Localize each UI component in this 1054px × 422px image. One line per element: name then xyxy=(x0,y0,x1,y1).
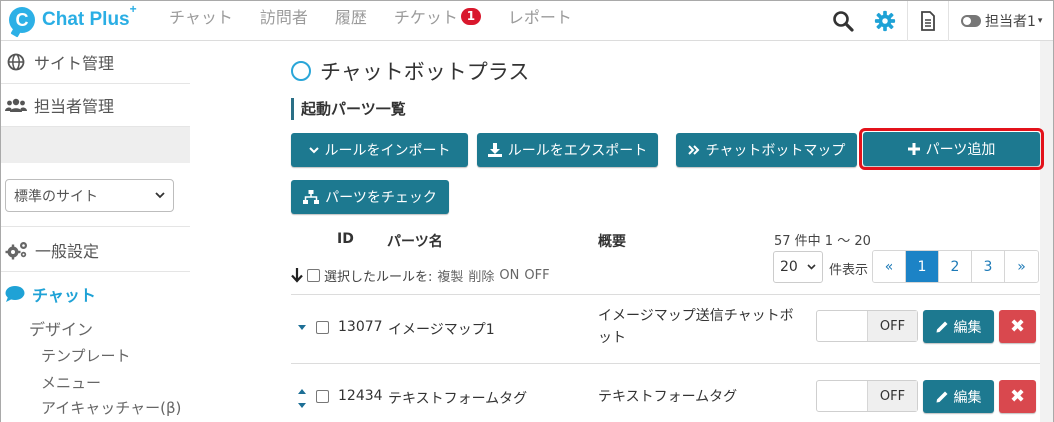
chevron-down-icon xyxy=(155,192,165,199)
sidebar-item-agent-admin[interactable]: 担当者管理 xyxy=(1,84,190,127)
sidebar-item-template[interactable]: テンプレート xyxy=(41,345,131,366)
section-heading: 起動パーツ一覧 xyxy=(291,98,406,120)
row-id: 13077 xyxy=(338,319,383,335)
per-page-label: 件表示 xyxy=(829,263,869,278)
bulk-on-link[interactable]: ON xyxy=(499,268,519,283)
move-up-icon[interactable] xyxy=(298,389,306,394)
search-button[interactable] xyxy=(821,1,865,41)
nav-history[interactable]: 履歴 xyxy=(335,4,367,28)
users-icon xyxy=(5,94,27,116)
nav-chat[interactable]: チャット xyxy=(169,4,233,28)
pagination-page-2[interactable]: 2 xyxy=(939,251,972,282)
chevron-down-icon xyxy=(807,264,816,270)
page-title: チャットボットプラス xyxy=(291,56,529,86)
move-down-icon[interactable] xyxy=(298,403,306,408)
sidebar-item-menu[interactable]: メニュー xyxy=(41,372,101,393)
sidebar-item-site-admin[interactable]: サイト管理 xyxy=(1,41,190,84)
column-header-name: パーツ名 xyxy=(387,234,443,250)
row-summary: イメージマップ送信チャットボ ット xyxy=(598,308,794,346)
bulk-label: 選択したルールを: xyxy=(324,270,433,285)
top-nav: チャット 訪問者 履歴 チケット 1 レポート xyxy=(169,1,599,31)
search-icon xyxy=(833,11,854,32)
logo-text: Chat Plus+ xyxy=(42,2,137,30)
row-name[interactable]: イメージマップ1 xyxy=(388,319,495,339)
arrow-down-icon xyxy=(291,268,303,283)
rule-status-toggle[interactable]: OFF xyxy=(816,380,918,412)
site-select[interactable]: 標準のサイト xyxy=(5,179,174,212)
import-rules-button[interactable]: ルールをインポート xyxy=(291,133,468,167)
column-header-id: ID xyxy=(337,231,354,247)
gear-icon xyxy=(874,10,896,32)
user-name: 担当者1 xyxy=(985,14,1036,30)
circle-icon xyxy=(291,61,311,81)
close-icon: ✖ xyxy=(1009,386,1026,407)
chevron-down-icon: ▾ xyxy=(1037,16,1043,26)
close-icon: ✖ xyxy=(1009,316,1026,337)
sidebar-admin-card: サイト管理 担当者管理 xyxy=(1,41,190,127)
top-header: C Chat Plus+ チャット 訪問者 履歴 チケット 1 レポート 担当者… xyxy=(1,1,1053,41)
status-toggle-icon[interactable] xyxy=(961,15,981,27)
sidebar-item-eye-catcher[interactable]: アイキャッチャー(β) xyxy=(41,397,181,418)
pencil-icon xyxy=(936,320,949,333)
document-icon xyxy=(921,11,935,31)
nav-report[interactable]: レポート xyxy=(508,4,572,28)
scrollbar[interactable] xyxy=(1040,41,1053,422)
sitemap-icon xyxy=(303,190,320,204)
pagination-prev[interactable]: « xyxy=(873,251,906,282)
select-all-checkbox[interactable] xyxy=(307,269,320,282)
bulk-delete-link[interactable]: 削除 xyxy=(468,266,494,285)
globe-icon xyxy=(5,51,27,73)
row-name[interactable]: テキストフォームタグ xyxy=(388,388,527,408)
divider xyxy=(1,226,190,227)
edit-button[interactable]: 編集 xyxy=(923,380,994,413)
column-header-summary: 概要 xyxy=(598,234,626,250)
settings-button[interactable] xyxy=(865,1,905,41)
download-icon xyxy=(487,143,502,157)
edit-button[interactable]: 編集 xyxy=(923,310,994,343)
user-menu[interactable]: 担当者1 ▾ xyxy=(953,1,1053,41)
nav-visitors[interactable]: 訪問者 xyxy=(260,4,308,28)
row-divider xyxy=(291,363,1040,364)
sidebar-item-design[interactable]: デザイン xyxy=(29,316,93,340)
row-checkbox[interactable] xyxy=(316,390,329,403)
highlight-annotation xyxy=(859,128,1044,170)
sidebar-settings-card: 標準のサイト 一般設定 チャット デザイン テンプレート メニュー アイキャッチ… xyxy=(1,163,190,422)
double-chevron-right-icon xyxy=(687,145,700,155)
row-id: 12434 xyxy=(338,388,383,404)
export-rules-button[interactable]: ルールをエクスポート xyxy=(477,133,658,167)
row-checkbox[interactable] xyxy=(316,321,329,334)
document-button[interactable] xyxy=(907,1,949,41)
bulk-actions: 選択したルールを: 複製 削除 ON OFF xyxy=(291,266,550,285)
pagination-page-3[interactable]: 3 xyxy=(972,251,1005,282)
pagination: « 1 2 3 » xyxy=(872,250,1039,283)
check-parts-button[interactable]: パーツをチェック xyxy=(291,180,449,214)
bulk-duplicate-link[interactable]: 複製 xyxy=(437,266,463,285)
per-page-select[interactable]: 20 xyxy=(773,251,823,283)
row-summary: テキストフォームタグ xyxy=(598,389,738,405)
bulk-off-link[interactable]: OFF xyxy=(524,268,549,283)
chatplus-logo-icon: C xyxy=(9,7,35,33)
pencil-icon xyxy=(936,390,949,403)
gears-icon xyxy=(5,240,29,260)
app-logo[interactable]: C Chat Plus+ xyxy=(9,2,137,34)
nav-tickets[interactable]: チケット 1 xyxy=(394,4,481,28)
chat-bubble-icon xyxy=(5,285,25,303)
delete-button[interactable]: ✖ xyxy=(999,380,1036,413)
chatbot-map-button[interactable]: チャットボットマップ xyxy=(676,133,857,167)
sidebar-item-general-settings[interactable]: 一般設定 xyxy=(5,238,99,262)
move-down-icon[interactable] xyxy=(298,325,306,330)
chevron-down-icon xyxy=(308,146,319,154)
sidebar: サイト管理 担当者管理 標準のサイト 一般設定 チャット デザイン テンプレート… xyxy=(1,41,190,422)
delete-button[interactable]: ✖ xyxy=(999,310,1036,343)
row-divider xyxy=(291,294,1040,295)
ticket-count-badge: 1 xyxy=(460,7,481,25)
pagination-next[interactable]: » xyxy=(1005,251,1038,282)
rule-status-toggle[interactable]: OFF xyxy=(816,310,918,342)
sidebar-item-chat[interactable]: チャット xyxy=(5,282,96,306)
divider xyxy=(1,271,190,272)
result-count: 57 件中 1 〜 20 xyxy=(774,234,871,249)
pagination-page-1[interactable]: 1 xyxy=(906,251,939,282)
